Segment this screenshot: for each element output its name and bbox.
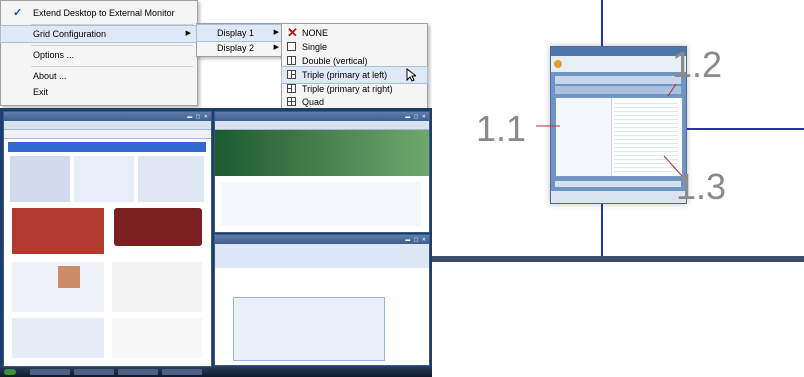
check-icon: ✓ [13,7,23,19]
context-menu: ✓ Extend Desktop to External Monitor Gri… [0,0,198,106]
toolbar [215,121,429,130]
quad-grid-icon [287,97,296,106]
taskbar-button[interactable] [162,369,202,375]
taskbar-button[interactable] [118,369,158,375]
menu-item-display-1[interactable]: Display 1 ▶ [196,24,286,42]
photo [58,266,80,288]
red-x-icon: ✕ [287,25,298,40]
desktop-screenshot: ▬ ▢ ✕ ▬ ▢ ✕ ▬ ▢ ✕ [0,108,432,377]
mouse-cursor-icon [406,68,416,82]
word-document-window: ▬ ▢ ✕ [214,234,430,366]
menu-item-label: Triple (primary at left) [302,70,388,80]
content-block [10,156,70,202]
menu-separator [31,45,193,46]
toolbar [4,121,211,130]
menu-item-label: NONE [302,28,329,38]
content-block [138,156,204,202]
ribbon [215,244,429,268]
submenu-arrow-icon: ▶ [185,30,191,37]
callout-line-1-3 [663,155,683,177]
menu-item-grid-configuration[interactable]: Grid Configuration ▶ [0,25,198,43]
menu-item-label: Exit [33,87,49,97]
content-block [112,318,202,358]
welcome-banner [215,130,429,176]
triple-left-grid-icon [287,70,296,79]
taskbar-button[interactable] [74,369,114,375]
menu-item-options[interactable]: Options ... [1,47,197,63]
submenu-arrow-icon: ▶ [273,29,279,36]
callout-line-1-2 [667,83,677,97]
task-list [221,182,421,226]
msn-header [8,142,206,152]
grid-options-submenu: ✕ NONE Single Double (vertical) Triple (… [281,23,428,110]
news-image [12,208,104,254]
content-block [112,262,202,312]
embedded-screenshot [233,297,385,361]
display-submenu: Display 1 ▶ Display 2 ▶ [196,23,286,57]
menu-item-exit[interactable]: Exit [1,84,197,100]
menu-separator [31,66,193,67]
menu-item-label: Double (vertical) [302,56,368,66]
content-block [12,318,104,358]
menu-item-display-2[interactable]: Display 2 ▶ [197,40,285,56]
welcome-center-window: ▬ ▢ ✕ [214,111,430,233]
browser-window: ▬ ▢ ✕ [3,111,212,367]
menu-item-label: Quad [302,97,325,107]
toolbar [4,130,211,139]
start-button[interactable] [4,369,16,375]
menu-item-about[interactable]: About ... [1,68,197,84]
double-vertical-grid-icon [287,56,296,65]
menu-item-label: Grid Configuration [33,29,107,39]
document-heading [223,275,421,285]
menu-item-extend-desktop[interactable]: ✓ Extend Desktop to External Monitor [1,5,197,21]
content-block [74,156,134,202]
menu-item-label: Single [302,42,328,52]
single-grid-icon [287,42,296,51]
menu-item-label: Display 2 [217,43,255,53]
menu-item-label: Extend Desktop to External Monitor [33,8,175,18]
menu-item-label: Display 1 [217,28,255,38]
menu-item-label: About ... [33,71,67,81]
grid-zone-preview: 1.1 1.2 1.3 [432,0,804,262]
window-title-bar: ▬ ▢ ✕ [215,235,429,244]
menu-separator [31,24,193,25]
menu-item-label: Options ... [33,50,75,60]
submenu-arrow-icon: ▶ [273,44,279,51]
menu-item-label: Triple (primary at right) [302,84,393,94]
taskbar-strip [432,256,804,262]
window-title-bar: ▬ ▢ ✕ [215,112,429,121]
triple-right-grid-icon [287,84,296,93]
taskbar-button[interactable] [30,369,70,375]
taskbar [0,367,432,377]
window-title-bar: ▬ ▢ ✕ [4,112,211,121]
ad-image [114,208,202,246]
callout-lines [536,83,683,177]
